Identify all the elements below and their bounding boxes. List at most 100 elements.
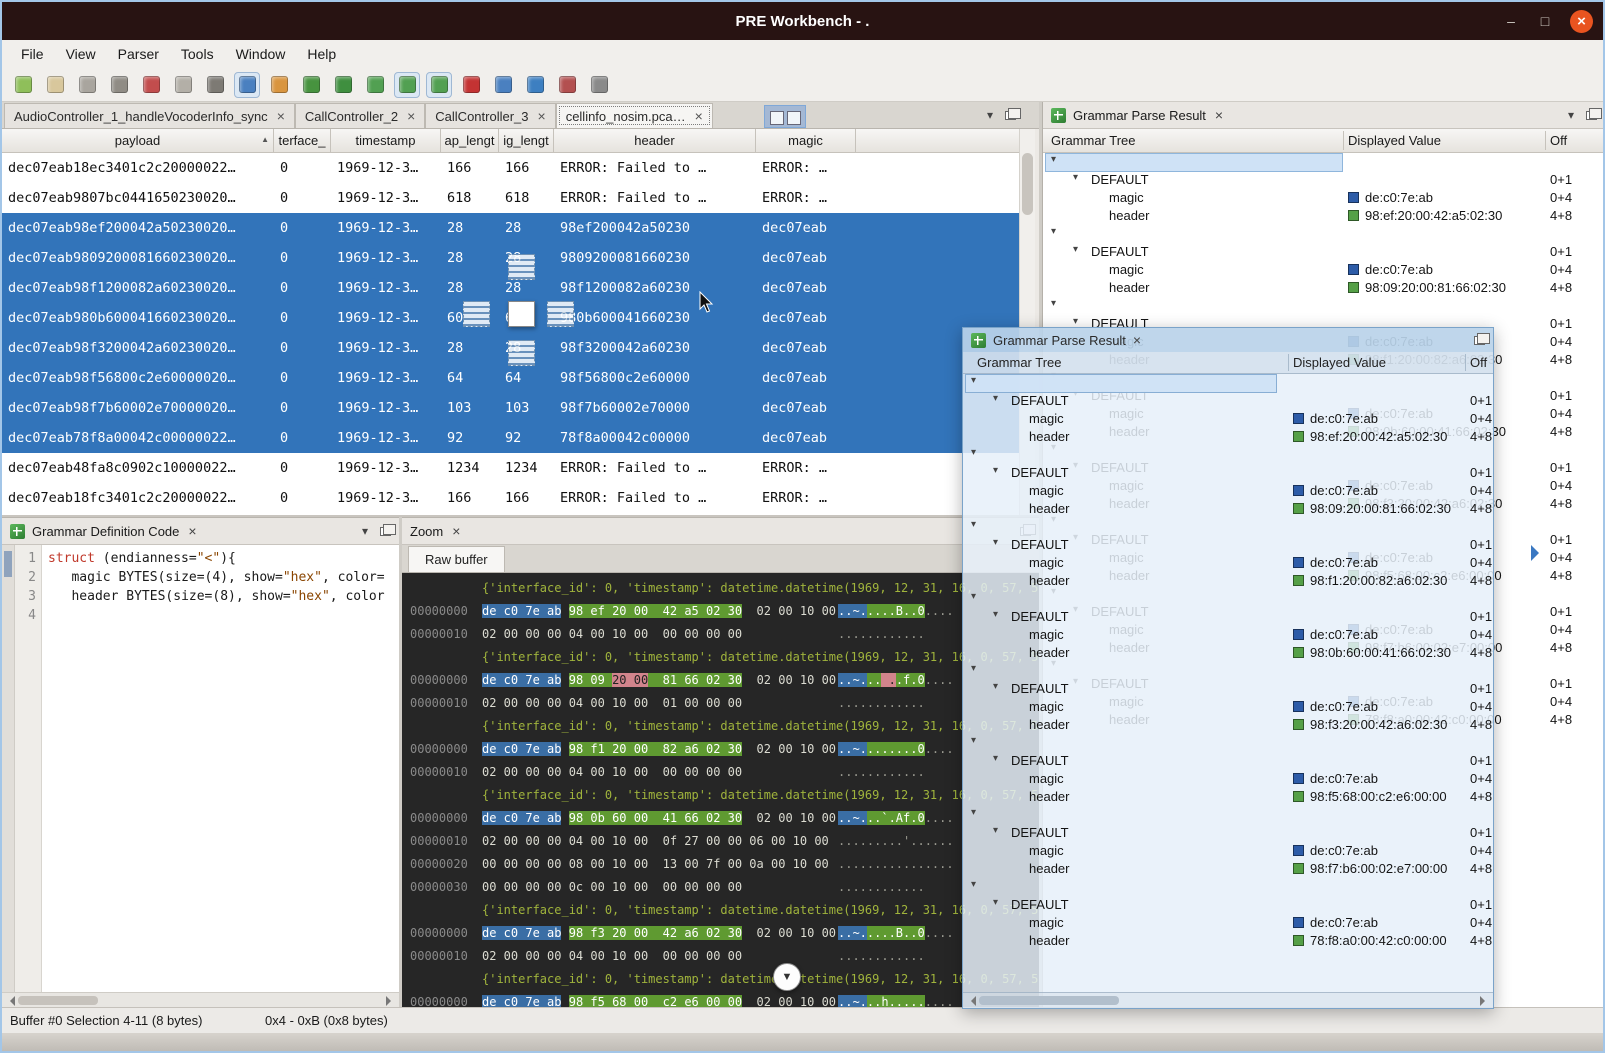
floating-window-titlebar[interactable]: Grammar Parse Result × bbox=[963, 328, 1493, 352]
tree-root-row[interactable]: ▾ bbox=[963, 446, 1493, 464]
screenshot-icon[interactable] bbox=[298, 72, 324, 98]
tree-group-row[interactable]: ▾DEFAULT0+1 bbox=[963, 680, 1493, 698]
detach-panel-icon[interactable] bbox=[1005, 111, 1016, 120]
menu-item-file[interactable]: File bbox=[10, 42, 55, 66]
column-separator[interactable] bbox=[1465, 354, 1466, 371]
expander-icon[interactable]: ▾ bbox=[1073, 244, 1078, 255]
menu-item-help[interactable]: Help bbox=[296, 42, 347, 66]
tree-field-row-magic[interactable]: magicde:c0:7e:ab0+4 bbox=[963, 554, 1493, 572]
packet-row[interactable]: dec07eab98f7b60002e70000020…01969-12-3…1… bbox=[2, 393, 1019, 423]
column-header-displayed-value[interactable]: Displayed Value bbox=[1348, 133, 1441, 148]
expander-icon[interactable]: ▾ bbox=[971, 447, 976, 458]
scrollbar-thumb[interactable] bbox=[1022, 153, 1033, 215]
tree-field-row-magic[interactable]: magicde:c0:7e:ab0+4 bbox=[963, 698, 1493, 716]
expander-icon[interactable]: ▾ bbox=[971, 663, 976, 674]
web-icon[interactable] bbox=[522, 72, 548, 98]
cut-icon[interactable] bbox=[138, 72, 164, 98]
scroll-right-icon[interactable] bbox=[386, 996, 396, 1006]
tab-close-icon[interactable]: × bbox=[538, 108, 546, 124]
tree-root-row[interactable]: ▾ bbox=[963, 518, 1493, 536]
tree-root-row[interactable]: ▾ bbox=[963, 806, 1493, 824]
hex-row[interactable]: 0000001002 00 00 00 04 00 10 00 00 00 00… bbox=[410, 945, 1039, 968]
hex-row[interactable]: 00000000de c0 7e ab 98 f5 68 00 c2 e6 00… bbox=[410, 991, 1039, 1007]
floating-window-detach-icon[interactable] bbox=[1474, 336, 1485, 345]
close-button[interactable]: × bbox=[1570, 10, 1593, 33]
menu-item-view[interactable]: View bbox=[55, 42, 107, 66]
tab-close-icon[interactable]: × bbox=[695, 108, 703, 124]
tree-field-row-header[interactable]: header98:f7:b6:00:02:e7:00:004+8 bbox=[963, 860, 1493, 878]
column-header-header[interactable]: header bbox=[554, 129, 756, 152]
scroll-left-icon[interactable] bbox=[966, 996, 976, 1006]
tree-field-row-magic[interactable]: magicde:c0:7e:ab0+4 bbox=[963, 410, 1493, 428]
paste-icon[interactable] bbox=[170, 72, 196, 98]
tree-root-row[interactable]: ▾ bbox=[1043, 153, 1605, 171]
menu-item-tools[interactable]: Tools bbox=[170, 42, 225, 66]
hex-view[interactable]: {'interface_id': 0, 'timestamp': datetim… bbox=[402, 573, 1039, 1007]
tree-field-row-magic[interactable]: magicde:c0:7e:ab0+4 bbox=[963, 482, 1493, 500]
tree-field-row-header[interactable]: header98:ef:20:00:42:a5:02:304+8 bbox=[1043, 207, 1605, 225]
column-header-displayed-value[interactable]: Displayed Value bbox=[1293, 355, 1386, 370]
column-header-payload[interactable]: payload▲ bbox=[2, 129, 274, 152]
scroll-right-icon[interactable] bbox=[1480, 996, 1490, 1006]
tree-group-row[interactable]: ▾DEFAULT0+1 bbox=[963, 536, 1493, 554]
tree-group-row[interactable]: ▾DEFAULT0+1 bbox=[1043, 243, 1605, 261]
tree-group-row[interactable]: ▾DEFAULT0+1 bbox=[963, 896, 1493, 914]
expander-icon[interactable]: ▾ bbox=[993, 537, 998, 548]
packet-row[interactable]: dec07eab9807bc0441650230020…01969-12-3…6… bbox=[2, 183, 1019, 213]
expander-icon[interactable]: ▾ bbox=[993, 681, 998, 692]
hex-row[interactable]: 0000001002 00 00 00 04 00 10 00 0f 27 00… bbox=[410, 830, 1039, 853]
grammar-panel-close-icon[interactable]: × bbox=[188, 523, 196, 539]
tree-group-row[interactable]: ▾DEFAULT0+1 bbox=[963, 824, 1493, 842]
packet-row[interactable]: dec07eab98f56800c2e60000020…01969-12-3…6… bbox=[2, 363, 1019, 393]
new-document-icon[interactable] bbox=[10, 72, 36, 98]
grammar-panel-dropdown-icon[interactable]: ▾ bbox=[362, 524, 368, 538]
code-editor[interactable]: struct (endianness="<"){ magic BYTES(siz… bbox=[48, 545, 397, 992]
expander-icon[interactable]: ▾ bbox=[993, 825, 998, 836]
parse-result-dropdown-icon[interactable]: ▾ bbox=[1568, 108, 1574, 122]
tree-group-row[interactable]: ▾DEFAULT0+1 bbox=[963, 608, 1493, 626]
parse-result-detach-icon[interactable] bbox=[1586, 111, 1597, 120]
tree-group-row[interactable]: ▾DEFAULT0+1 bbox=[1043, 171, 1605, 189]
column-separator[interactable] bbox=[1545, 131, 1546, 150]
code-view-icon[interactable] bbox=[234, 72, 260, 98]
column-header-grammar-tree[interactable]: Grammar Tree bbox=[1051, 133, 1136, 148]
floating-grammar-parse-result-window[interactable]: Grammar Parse Result × Grammar Tree Disp… bbox=[962, 327, 1494, 1009]
column-header-grammar-tree[interactable]: Grammar Tree bbox=[977, 355, 1062, 370]
parse-result-close-icon[interactable]: × bbox=[1215, 107, 1223, 123]
tree-group-row[interactable]: ▾DEFAULT0+1 bbox=[963, 392, 1493, 410]
packet-row[interactable]: dec07eab78f8a00042c00000022…01969-12-3…9… bbox=[2, 423, 1019, 453]
tree-root-row[interactable]: ▾ bbox=[1043, 297, 1605, 315]
floating-horizontal-scrollbar[interactable] bbox=[963, 992, 1493, 1008]
tree-root-row[interactable]: ▾ bbox=[963, 734, 1493, 752]
tree-field-row-header[interactable]: header78:f8:a0:00:42:c0:00:004+8 bbox=[963, 932, 1493, 950]
scroll-right-indicator-icon[interactable] bbox=[1531, 545, 1547, 561]
code-horizontal-scrollbar[interactable] bbox=[2, 992, 399, 1007]
hex-row[interactable]: 0000001002 00 00 00 04 00 10 00 00 00 00… bbox=[410, 623, 1039, 646]
tab-2[interactable]: CallController_2× bbox=[295, 103, 425, 128]
dock-handle[interactable] bbox=[4, 551, 12, 577]
tab-close-icon[interactable]: × bbox=[407, 108, 415, 124]
tree-root-row[interactable]: ▾ bbox=[963, 878, 1493, 896]
zoom-panel-header[interactable]: Zoom × bbox=[402, 518, 1039, 545]
tab-list-dropdown-icon[interactable]: ▾ bbox=[987, 108, 993, 122]
packet-row[interactable]: dec07eab18ec3401c2c20000022…01969-12-3…1… bbox=[2, 153, 1019, 183]
expander-icon[interactable]: ▾ bbox=[971, 879, 976, 890]
tab-4[interactable]: cellinfo_nosim.pca…× bbox=[556, 103, 713, 128]
hex-row[interactable]: 0000001002 00 00 00 04 00 10 00 01 00 00… bbox=[410, 692, 1039, 715]
print-icon[interactable] bbox=[202, 72, 228, 98]
hex-row[interactable]: 00000000de c0 7e ab 98 0b 60 00 41 66 02… bbox=[410, 807, 1039, 830]
scroll-left-icon[interactable] bbox=[5, 996, 15, 1006]
bug-icon[interactable] bbox=[330, 72, 356, 98]
tab-1[interactable]: AudioController_1_handleVocoderInfo_sync… bbox=[4, 103, 295, 128]
camera-icon[interactable] bbox=[554, 72, 580, 98]
hex-row[interactable]: 0000002000 00 00 00 08 00 10 00 13 00 7f… bbox=[410, 853, 1039, 876]
export-icon[interactable] bbox=[106, 72, 132, 98]
tree-field-row-header[interactable]: header98:f5:68:00:c2:e6:00:004+8 bbox=[963, 788, 1493, 806]
marker-icon[interactable] bbox=[458, 72, 484, 98]
expander-icon[interactable]: ▾ bbox=[971, 807, 976, 818]
tree-field-row-magic[interactable]: magicde:c0:7e:ab0+4 bbox=[963, 914, 1493, 932]
expander-icon[interactable]: ▾ bbox=[971, 519, 976, 530]
expander-icon[interactable]: ▾ bbox=[993, 393, 998, 404]
expander-icon[interactable]: ▾ bbox=[1051, 298, 1056, 309]
title-bar[interactable]: PRE Workbench - . – □ × bbox=[2, 2, 1603, 40]
